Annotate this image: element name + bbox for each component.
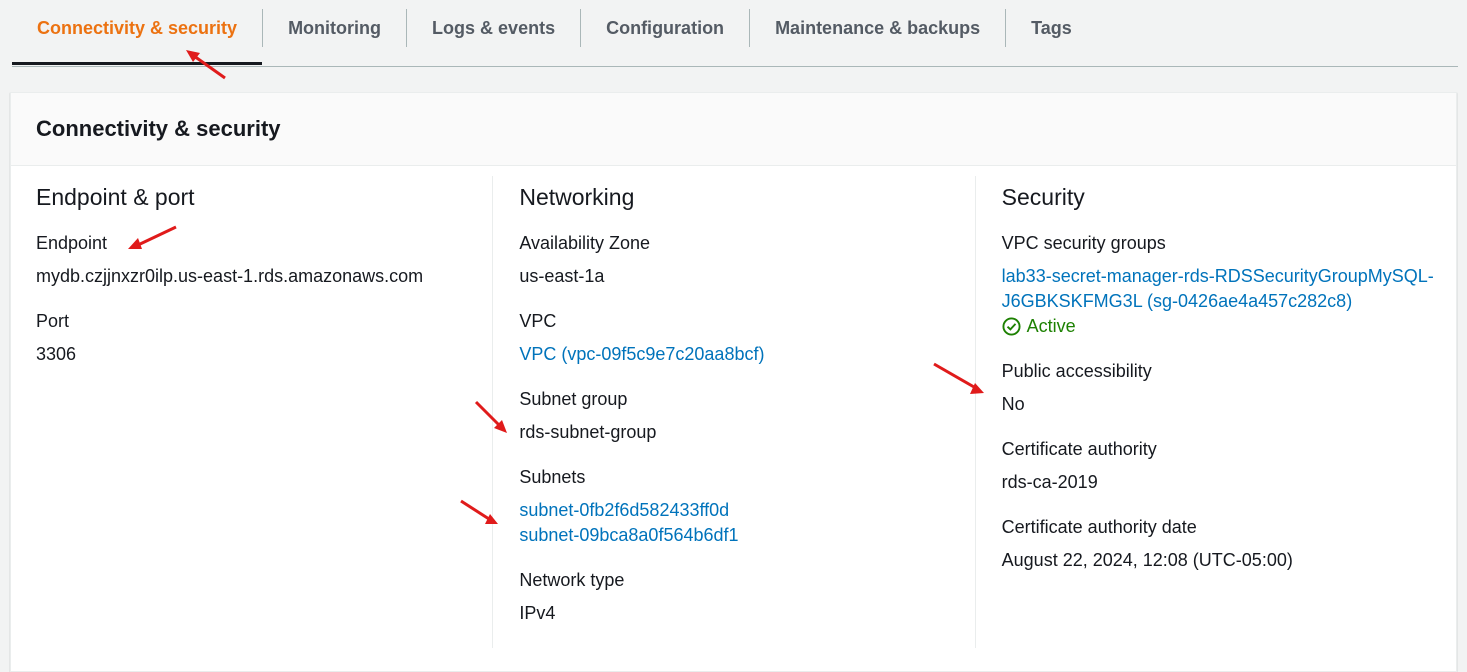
security-group-link-line2: J6GBKSKFMG3L (sg-0426ae4a457c282c8) bbox=[1001, 291, 1353, 311]
security-column: Security VPC security groups lab33-secre… bbox=[974, 176, 1456, 648]
public-accessibility-value: No bbox=[1001, 394, 1025, 414]
subnet-group-field: Subnet group rds-subnet-group bbox=[519, 389, 974, 445]
tab-bar: Connectivity & security Monitoring Logs … bbox=[12, 0, 1458, 67]
endpoint-label: Endpoint bbox=[36, 233, 108, 253]
certificate-authority-date-value: August 22, 2024, 12:08 (UTC-05:00) bbox=[1001, 550, 1293, 570]
endpoint-value: mydb.czjjnxzr0ilp.us-east-1.rds.amazonaw… bbox=[36, 266, 424, 286]
security-heading: Security bbox=[1001, 184, 1085, 210]
certificate-authority-value: rds-ca-2019 bbox=[1001, 472, 1098, 492]
tab-configuration[interactable]: Configuration bbox=[581, 0, 749, 56]
tab-connectivity-security[interactable]: Connectivity & security bbox=[12, 0, 263, 65]
subnets-field: Subnets subnet-0fb2f6d582433ff0d subnet-… bbox=[519, 467, 974, 548]
security-groups-field: VPC security groups lab33-secret-manager… bbox=[1002, 233, 1456, 339]
security-group-link-line1: lab33-secret-manager-rds-RDSSecurityGrou… bbox=[1001, 266, 1434, 286]
tab-tags[interactable]: Tags bbox=[1006, 0, 1097, 56]
check-circle-icon bbox=[1002, 317, 1021, 336]
certificate-authority-label: Certificate authority bbox=[1001, 439, 1157, 459]
networking-column: Networking Availability Zone us-east-1a … bbox=[492, 176, 974, 648]
network-type-label: Network type bbox=[519, 570, 625, 590]
connectivity-security-panel: Connectivity & security Endpoint & port … bbox=[10, 92, 1457, 672]
endpoint-port-heading: Endpoint & port bbox=[36, 184, 195, 210]
tab-logs-events[interactable]: Logs & events bbox=[407, 0, 580, 56]
panel-columns: Endpoint & port Endpoint mydb.czjjnxzr0i… bbox=[11, 166, 1456, 648]
subnet-link[interactable]: subnet-0fb2f6d582433ff0d bbox=[519, 498, 974, 523]
public-accessibility-field: Public accessibility No bbox=[1002, 361, 1456, 417]
panel-title: Connectivity & security bbox=[11, 93, 1456, 166]
certificate-authority-field: Certificate authority rds-ca-2019 bbox=[1002, 439, 1456, 495]
security-group-status: Active bbox=[1002, 314, 1456, 339]
vpc-link[interactable]: VPC (vpc-09f5c9e7c20aa8bcf) bbox=[519, 342, 974, 367]
availability-zone-label: Availability Zone bbox=[519, 233, 651, 253]
subnet-link[interactable]: subnet-09bca8a0f564b6df1 bbox=[519, 523, 974, 548]
availability-zone-value: us-east-1a bbox=[519, 266, 605, 286]
port-field: Port 3306 bbox=[36, 311, 492, 367]
subnet-group-label: Subnet group bbox=[519, 389, 628, 409]
public-accessibility-label: Public accessibility bbox=[1001, 361, 1152, 381]
subnets-label: Subnets bbox=[519, 467, 586, 487]
tab-maintenance-backups[interactable]: Maintenance & backups bbox=[750, 0, 1005, 56]
tab-monitoring[interactable]: Monitoring bbox=[263, 0, 406, 56]
network-type-value: IPv4 bbox=[519, 603, 556, 623]
endpoint-port-column: Endpoint & port Endpoint mydb.czjjnxzr0i… bbox=[11, 176, 492, 648]
availability-zone-field: Availability Zone us-east-1a bbox=[519, 233, 974, 289]
networking-heading: Networking bbox=[519, 184, 635, 210]
security-groups-label: VPC security groups bbox=[1001, 233, 1166, 253]
certificate-authority-date-field: Certificate authority date August 22, 20… bbox=[1002, 517, 1456, 573]
vpc-field: VPC VPC (vpc-09f5c9e7c20aa8bcf) bbox=[519, 311, 974, 367]
certificate-authority-date-label: Certificate authority date bbox=[1001, 517, 1197, 537]
vpc-label: VPC bbox=[519, 311, 557, 331]
security-group-link[interactable]: lab33-secret-manager-rds-RDSSecurityGrou… bbox=[1002, 264, 1456, 314]
port-value: 3306 bbox=[36, 344, 77, 364]
subnet-group-value: rds-subnet-group bbox=[519, 422, 657, 442]
status-text: Active bbox=[1026, 316, 1076, 336]
port-label: Port bbox=[36, 311, 70, 331]
endpoint-field: Endpoint mydb.czjjnxzr0ilp.us-east-1.rds… bbox=[36, 233, 492, 289]
network-type-field: Network type IPv4 bbox=[519, 570, 974, 626]
